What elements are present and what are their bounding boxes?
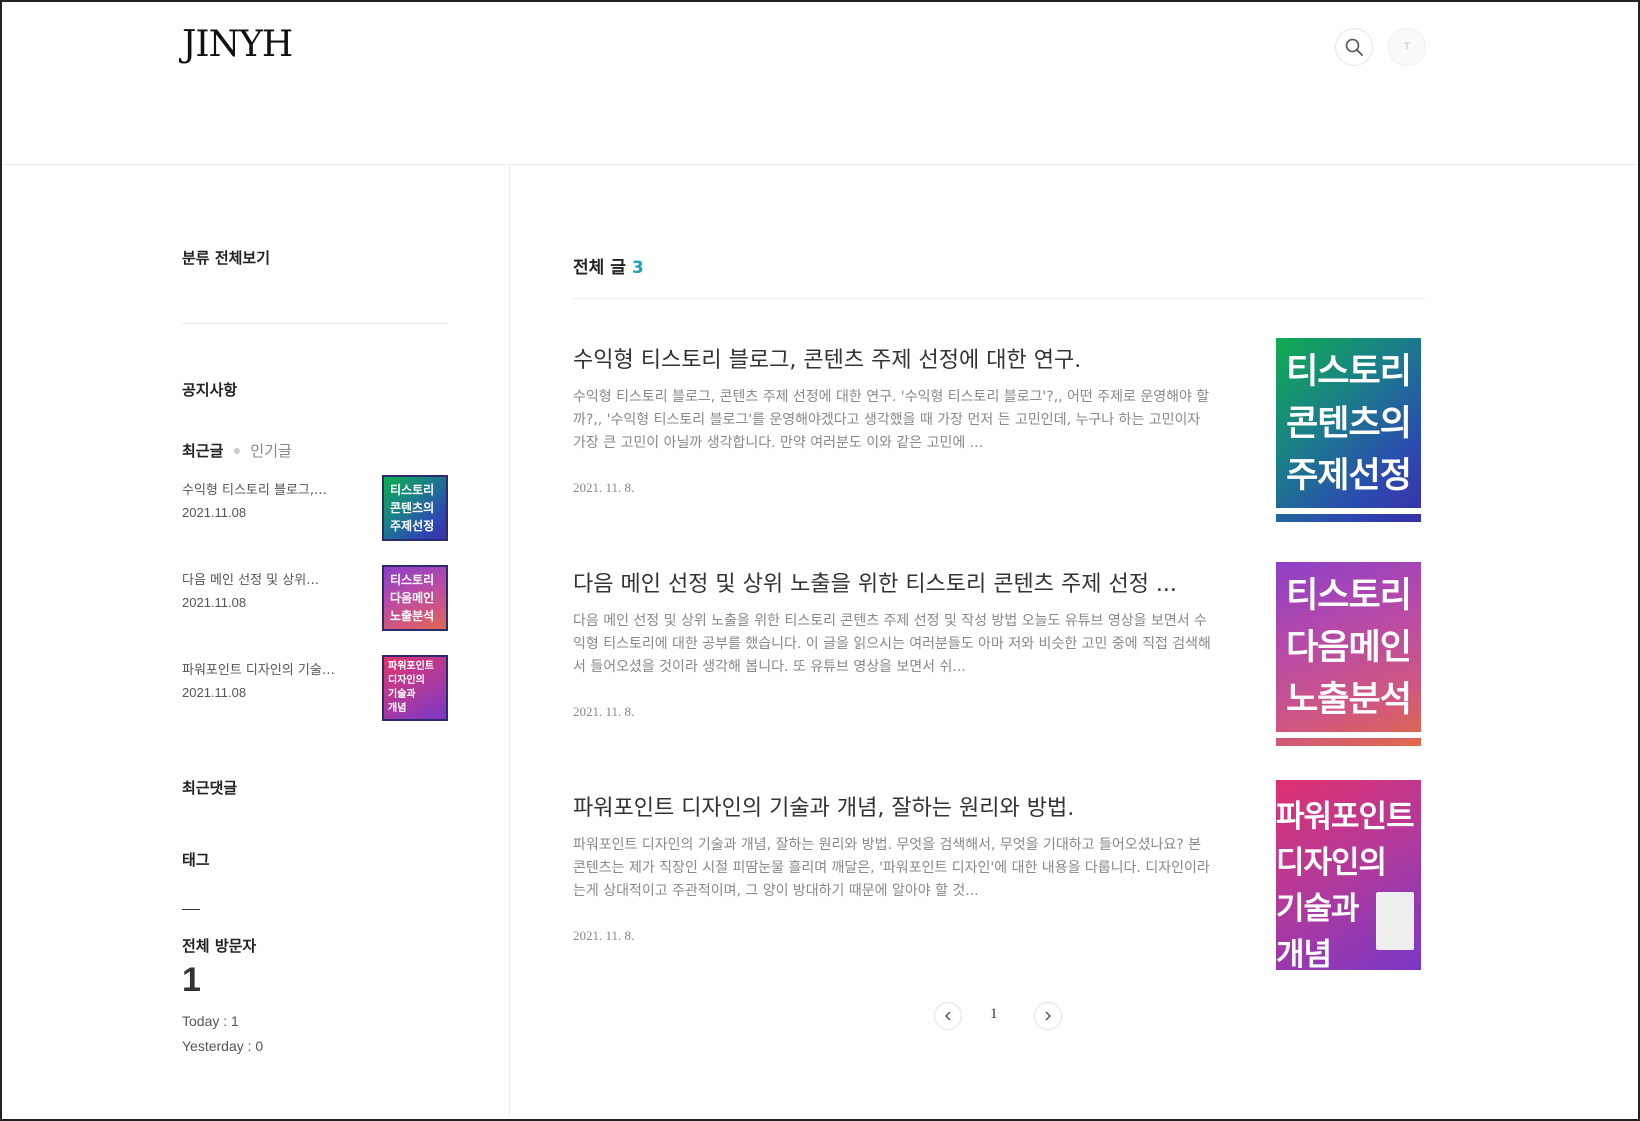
tab-popular[interactable]: 인기글 [250,440,291,461]
sidebar: 분류 전체보기 공지사항 최근글 ● 인기글 수익형 티스토리 블로그,… 20… [2,165,510,1117]
chevron-right-icon [1045,1011,1052,1021]
post-title[interactable]: 다음 메인 선정 및 상위 노출을 위한 티스토리 콘텐츠 주제 선정 ... [573,566,1213,598]
thumb-bar [1276,508,1421,514]
thumb-text: 개념 [1276,937,1332,970]
thumb-text-block: 티스토리 콘텐츠의 주제선정 [1276,346,1421,502]
post-item[interactable]: 다음 메인 선정 및 상위 노출을 위한 티스토리 콘텐츠 주제 선정 ... … [573,556,1425,746]
recent-post-item[interactable]: 다음 메인 선정 및 상위… 2021.11.08 티스토리 다음메인 노출분석 [182,565,450,633]
thumb-text: 티스토리 [1286,576,1412,616]
next-page-button[interactable] [1034,1002,1062,1030]
thumb-text: 파워포인트 [388,661,434,672]
thumb-bar [1276,556,1421,562]
tags-heading: 태그 [182,851,210,869]
thumb-text: 개념 [388,703,407,714]
sidebar-divider [182,323,448,324]
recent-popular-tabs: 최근글 ● 인기글 [182,440,292,461]
thumb-text: 노출분석 [390,609,435,623]
profile-initial: T [1404,42,1410,52]
visitor-divider [182,909,200,910]
post-excerpt: 다음 메인 선정 및 상위 노출을 위한 티스토리 콘텐츠 주제 선정 및 작성… [573,613,1211,675]
recent-post-title: 다음 메인 선정 및 상위… [182,573,320,588]
search-icon [1345,38,1363,56]
thumb-text: 다음메인 [390,591,435,605]
thumb-text-block: 티스토리 다음메인 노출분석 [1276,570,1421,726]
visitor-today: Today : 1 [182,1013,239,1029]
post-date: 2021. 11. 8. [573,704,635,719]
thumb-text: 파워포인트 [1276,799,1415,835]
notice-link[interactable]: 공지사항 [182,379,237,400]
page-number[interactable]: 1 [990,1006,998,1023]
thumb-text: 콘텐츠의 [1286,404,1412,444]
thumb-text: 디자인의 [1276,845,1387,881]
thumb-text: 기술과 [1276,891,1360,927]
chevron-left-icon [944,1011,951,1021]
tab-recent[interactable]: 최근글 [182,440,223,461]
main-divider [573,298,1425,299]
thumb-text: 디자인의 [388,675,425,686]
book-cover-image [1376,892,1414,950]
post-thumbnail[interactable]: 티스토리 다음메인 노출분석 [1276,556,1421,746]
recent-post-thumbnail: 티스토리 콘텐츠의 주제선정 [382,475,448,541]
thumb-text: 티스토리 [1286,352,1412,392]
recent-post-thumbnail: 파워포인트 디자인의 기술과 개념 [382,655,448,721]
visitor-yesterday: Yesterday : 0 [182,1038,264,1054]
recent-post-item[interactable]: 파워포인트 디자인의 기술… 2021.11.08 파워포인트 디자인의 기술과… [182,655,450,723]
post-thumbnail[interactable]: 파워포인트 디자인의 기술과 개념 [1276,780,1421,970]
recent-post-title: 파워포인트 디자인의 기술… [182,663,335,678]
post-date: 2021. 11. 8. [573,480,635,495]
post-date: 2021. 11. 8. [573,928,635,943]
recent-post-title: 수익형 티스토리 블로그,… [182,483,327,498]
category-all-link[interactable]: 분류 전체보기 [182,247,270,268]
post-thumbnail[interactable]: 티스토리 콘텐츠의 주제선정 [1276,332,1421,522]
recent-post-thumbnail: 티스토리 다음메인 노출분석 [382,565,448,631]
recent-post-date: 2021.11.08 [182,595,247,610]
blog-logo[interactable]: JINYH [182,24,293,65]
thumb-text: 티스토리 [390,483,435,497]
recent-post-item[interactable]: 수익형 티스토리 블로그,… 2021.11.08 티스토리 콘텐츠의 주제선정 [182,475,450,543]
post-item[interactable]: 수익형 티스토리 블로그, 콘텐츠 주제 선정에 대한 연구. 수익형 티스토리… [573,332,1425,522]
thumb-text: 기술과 [388,689,416,700]
post-count: 3 [631,258,644,278]
post-item[interactable]: 파워포인트 디자인의 기술과 개념, 잘하는 원리와 방법. 파워포인트 디자인… [573,780,1425,970]
thumb-bar [1276,732,1421,738]
page-title: 전체 글3 [573,253,644,278]
thumb-text: 주제선정 [1286,456,1412,496]
thumb-text: 주제선정 [390,519,435,533]
thumb-text: 티스토리 [390,573,435,587]
thumb-text: 콘텐츠의 [390,501,435,515]
post-excerpt: 파워포인트 디자인의 기술과 개념, 잘하는 원리와 방법. 무엇을 검색해서,… [573,837,1210,899]
prev-page-button[interactable] [934,1002,962,1030]
blog-header: JINYH T [2,2,1638,165]
visitor-total: 1 [182,961,201,999]
visitor-label: 전체 방문자 [182,937,257,955]
profile-button[interactable]: T [1388,28,1426,66]
recent-comments-heading: 최근댓글 [182,779,238,797]
post-excerpt: 수익형 티스토리 블로그, 콘텐츠 주제 선정에 대한 연구. '수익형 티스토… [573,389,1210,451]
thumb-text: 다음메인 [1286,628,1412,668]
recent-post-date: 2021.11.08 [182,685,247,700]
search-button[interactable] [1335,28,1373,66]
page-title-label: 전체 글 [573,258,626,278]
thumb-bar [1276,332,1421,338]
post-title[interactable]: 파워포인트 디자인의 기술과 개념, 잘하는 원리와 방법. [573,790,1213,822]
post-title[interactable]: 수익형 티스토리 블로그, 콘텐츠 주제 선정에 대한 연구. [573,342,1213,374]
tab-separator: ● [233,446,241,455]
recent-post-date: 2021.11.08 [182,505,247,520]
thumb-text: 노출분석 [1286,680,1412,720]
